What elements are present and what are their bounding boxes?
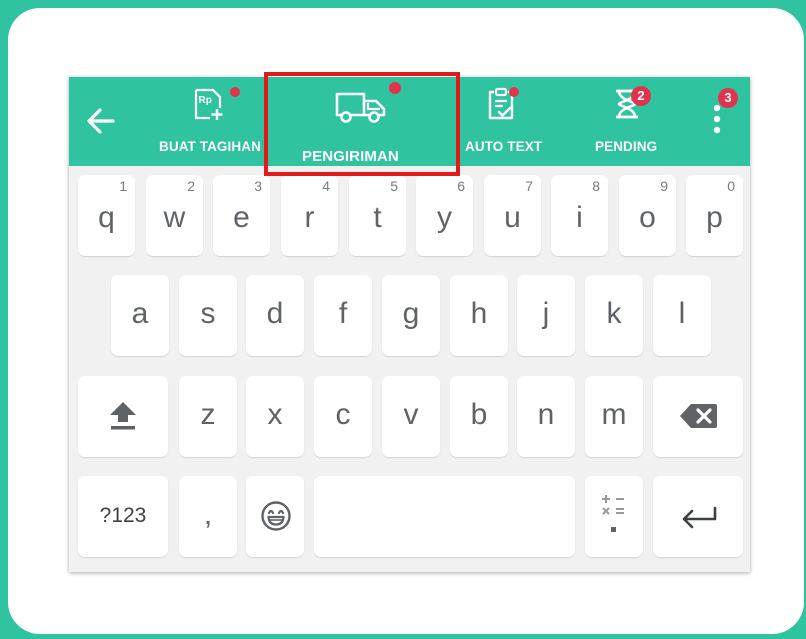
key-h[interactable]: h <box>450 275 508 356</box>
backspace-key[interactable] <box>653 376 743 457</box>
key-label: u <box>504 201 521 234</box>
key-label: n <box>537 398 555 431</box>
key-label: b <box>470 398 488 431</box>
key-a[interactable]: a <box>111 275 169 356</box>
key-hint: 0 <box>727 178 735 194</box>
key-label: e <box>233 201 250 234</box>
key-hint: 3 <box>254 178 262 194</box>
emoji-icon <box>260 500 292 537</box>
key-d[interactable]: d <box>246 275 304 356</box>
more-menu-button[interactable]: 3 <box>699 77 745 166</box>
key-label: y <box>437 201 452 234</box>
enter-key[interactable] <box>653 476 743 557</box>
shift-icon <box>109 400 137 437</box>
invoice-rp-icon: Rp <box>193 87 227 126</box>
key-o[interactable]: 9 o <box>619 175 676 256</box>
key-label: m <box>601 398 627 431</box>
more-vertical-icon <box>712 103 722 140</box>
key-y[interactable]: 6 y <box>416 175 473 256</box>
key-hint: 7 <box>525 178 533 194</box>
key-label: l <box>678 297 686 330</box>
toolbar-item-auto-text[interactable]: AUTO TEXT <box>461 77 561 166</box>
key-hint: 8 <box>592 178 600 194</box>
key-label: t <box>373 201 382 234</box>
key-label: d <box>266 297 284 330</box>
backspace-icon <box>679 402 719 435</box>
key-q[interactable]: 1 q <box>78 175 135 256</box>
key-label: h <box>470 297 488 330</box>
key-u[interactable]: 7 u <box>484 175 541 256</box>
more-count-badge: 3 <box>718 88 738 108</box>
key-label: s <box>200 297 216 330</box>
pending-count-badge: 2 <box>631 86 651 106</box>
key-label: i <box>576 201 583 234</box>
key-label: j <box>542 297 550 330</box>
toolbar-label-pending: PENDING <box>595 139 658 154</box>
calculator-icon <box>599 490 629 545</box>
notification-dot <box>230 87 240 97</box>
key-hint: 5 <box>390 178 398 194</box>
key-e[interactable]: 3 e <box>213 175 270 256</box>
key-label: c <box>335 398 351 431</box>
key-b[interactable]: b <box>450 376 508 457</box>
key-r[interactable]: 4 r <box>281 175 338 256</box>
key-label: w <box>163 201 186 234</box>
key-label: v <box>403 398 419 431</box>
key-label: x <box>267 398 283 431</box>
key-n[interactable]: n <box>517 376 575 457</box>
symbols-key[interactable]: ?123 <box>78 476 168 557</box>
key-label: o <box>639 201 656 234</box>
key-label: q <box>98 201 115 234</box>
pengiriman-highlight-frame <box>264 72 460 176</box>
key-v[interactable]: v <box>382 376 440 457</box>
key-hint: 2 <box>187 178 195 194</box>
calculator-key[interactable] <box>585 476 643 557</box>
svg-text:Rp: Rp <box>199 95 212 106</box>
symbols-key-label: ?123 <box>99 504 147 527</box>
key-label: p <box>706 201 723 234</box>
key-g[interactable]: g <box>382 275 440 356</box>
key-w[interactable]: 2 w <box>146 175 203 256</box>
key-label: , <box>203 498 213 531</box>
key-hint: 6 <box>457 178 465 194</box>
key-label: g <box>402 297 420 330</box>
key-i[interactable]: 8 i <box>551 175 608 256</box>
key-s[interactable]: s <box>179 275 237 356</box>
enter-icon <box>680 504 718 535</box>
key-z[interactable]: z <box>179 376 237 457</box>
space-key[interactable] <box>314 476 575 557</box>
key-x[interactable]: x <box>246 376 304 457</box>
key-p[interactable]: 0 p <box>686 175 743 256</box>
key-j[interactable]: j <box>517 275 575 356</box>
toolbar-item-pending[interactable]: 2 PENDING <box>583 77 673 166</box>
key-hint: 1 <box>119 178 127 194</box>
key-t[interactable]: 5 t <box>349 175 406 256</box>
key-f[interactable]: f <box>314 275 372 356</box>
shift-key[interactable] <box>78 376 168 457</box>
key-m[interactable]: m <box>585 376 643 457</box>
toolbar-label-buat-tagihan: BUAT TAGIHAN <box>159 139 261 154</box>
key-label: a <box>131 297 149 330</box>
key-hint: 9 <box>660 178 668 194</box>
toolbar-item-buat-tagihan[interactable]: Rp BUAT TAGIHAN <box>153 77 265 166</box>
key-label: r <box>304 201 315 234</box>
notification-dot <box>509 87 519 97</box>
key-label: k <box>606 297 622 330</box>
comma-key[interactable]: , <box>179 476 237 557</box>
emoji-key[interactable] <box>246 476 304 557</box>
key-k[interactable]: k <box>585 275 643 356</box>
key-l[interactable]: l <box>653 275 711 356</box>
toolbar-label-auto-text: AUTO TEXT <box>465 139 543 154</box>
key-c[interactable]: c <box>314 376 372 457</box>
back-arrow-icon[interactable] <box>83 103 119 144</box>
key-hint: 4 <box>322 178 330 194</box>
key-label: z <box>200 398 216 431</box>
key-label: f <box>338 297 348 330</box>
